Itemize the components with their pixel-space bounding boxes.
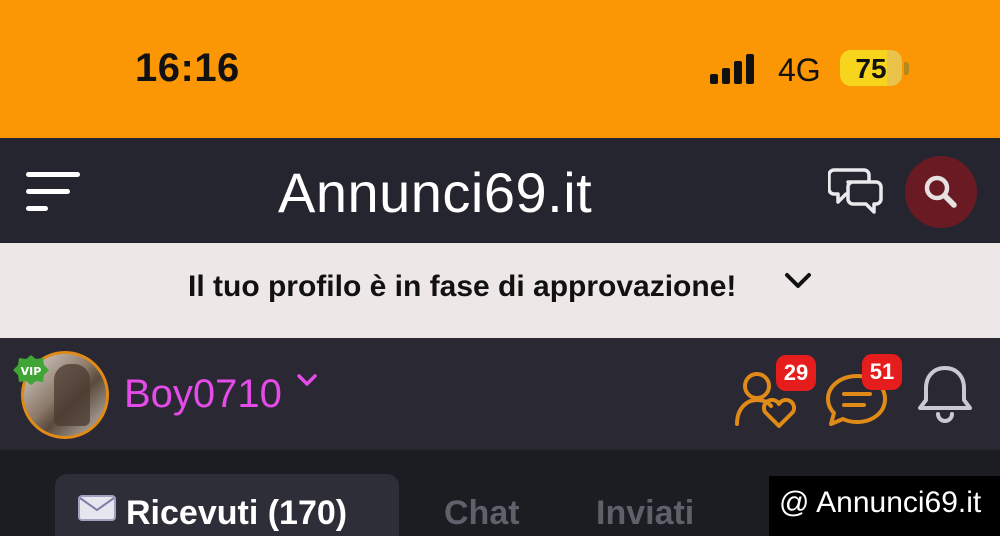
signal-strength-icon — [710, 54, 754, 84]
battery-level: 75 — [855, 53, 887, 84]
battery-icon: 75 — [840, 50, 909, 86]
chevron-down-icon[interactable] — [296, 372, 318, 388]
network-type: 4G — [778, 52, 821, 88]
search-icon — [924, 175, 957, 208]
chat-bubbles-icon[interactable] — [828, 164, 884, 216]
vip-badge: VIP — [13, 355, 49, 385]
status-time: 16:16 — [135, 46, 240, 90]
tab-inviati[interactable]: Inviati — [596, 494, 694, 533]
watermark-text: @ Annunci69.it — [779, 486, 982, 519]
friends-count-badge: 29 — [776, 355, 816, 391]
envelope-icon — [78, 495, 116, 521]
messages-count-badge: 51 — [862, 354, 902, 390]
site-logo[interactable]: Annunci69.it — [278, 160, 592, 225]
bell-icon[interactable] — [914, 362, 976, 426]
hamburger-menu-icon[interactable] — [26, 170, 80, 214]
approval-notice-text: Il tuo profilo è in fase di approvazione… — [188, 270, 737, 303]
search-button[interactable] — [905, 156, 977, 228]
username[interactable]: Boy0710 — [124, 372, 282, 417]
tab-chat[interactable]: Chat — [444, 494, 520, 533]
chevron-down-icon[interactable] — [784, 270, 812, 292]
vip-label: VIP — [21, 365, 42, 378]
tab-ricevuti-label[interactable]: Ricevuti (170) — [126, 494, 347, 533]
